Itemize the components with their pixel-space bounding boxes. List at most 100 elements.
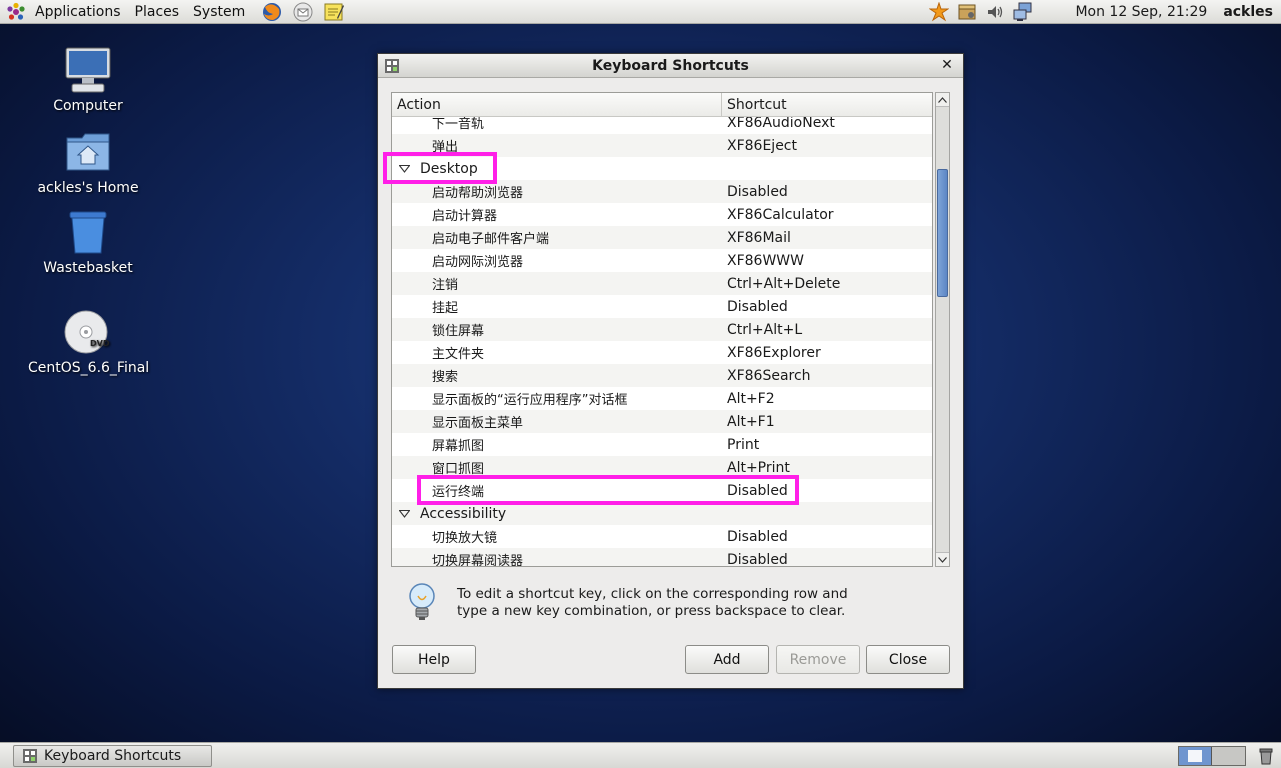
row-shortcut: Disabled [727, 528, 788, 545]
row-action: 搜索 [432, 370, 459, 385]
tree-row[interactable]: 注销 Ctrl+Alt+Delete [392, 272, 932, 295]
scroll-down-arrow-icon[interactable] [936, 552, 949, 566]
help-button[interactable]: Help [392, 645, 476, 674]
lightbulb-icon [406, 581, 438, 625]
tree-row[interactable]: 挂起 Disabled [392, 295, 932, 318]
window-title: Keyboard Shortcuts [592, 57, 749, 74]
row-action: 窗口抓图 [432, 462, 485, 477]
workspace-2[interactable] [1212, 747, 1245, 765]
row-shortcut: Print [727, 436, 760, 453]
tree-group-row[interactable]: Accessibility [392, 502, 932, 525]
tree-row[interactable]: 屏幕抓图 Print [392, 433, 932, 456]
row-shortcut: XF86Calculator [727, 206, 834, 223]
desktop-icon-dvd[interactable]: DVD CentOS_6.6_Final [28, 308, 150, 376]
gnome-foot-icon[interactable] [6, 2, 26, 22]
shortcuts-tree[interactable]: 下一音轨 XF86AudioNext 弹出 XF86Eject Desktop 启动帮助浏… [391, 92, 933, 567]
row-shortcut: Alt+F1 [727, 413, 775, 430]
row-action: 锁住屏幕 [432, 324, 485, 339]
window-titlebar[interactable]: Keyboard Shortcuts ✕ [378, 54, 963, 78]
desktop-icon-label: ackles's Home [37, 180, 139, 196]
expander-triangle-icon[interactable] [398, 163, 410, 175]
tree-row[interactable]: 启动网际浏览器 XF86WWW [392, 249, 932, 272]
row-shortcut: Alt+F2 [727, 390, 775, 407]
tree-row[interactable]: 显示面板主菜单 Alt+F1 [392, 410, 932, 433]
update-notifier-icon[interactable] [929, 2, 950, 22]
tree-row[interactable]: 锁住屏幕 Ctrl+Alt+L [392, 318, 932, 341]
package-updater-icon[interactable] [957, 2, 977, 22]
desktop-icon-label: Computer [53, 98, 123, 114]
tree-row[interactable]: 运行终端 Disabled [392, 479, 932, 502]
row-shortcut: Ctrl+Alt+Delete [727, 275, 841, 292]
tree-row[interactable]: 启动帮助浏览器 Disabled [392, 180, 932, 203]
tree-group-row[interactable]: Desktop [392, 157, 932, 180]
mail-client-icon[interactable] [292, 1, 314, 23]
tree-row[interactable]: 主文件夹 XF86Explorer [392, 341, 932, 364]
tree-row[interactable]: 窗口抓图 Alt+Print [392, 456, 932, 479]
row-action: Desktop [392, 161, 727, 177]
text-editor-icon[interactable] [323, 1, 345, 23]
tree-row[interactable]: 切换放大镜 Disabled [392, 525, 932, 548]
row-action: 显示面板的“运行应用程序”对话框 [432, 393, 628, 408]
tree-row[interactable]: 启动计算器 XF86Calculator [392, 203, 932, 226]
computer-icon [64, 46, 112, 94]
volume-icon[interactable] [985, 2, 1005, 22]
tree-row[interactable]: 弹出 XF86Eject [392, 134, 932, 157]
row-action: 启动帮助浏览器 [432, 186, 524, 201]
keyboard-icon [22, 748, 38, 764]
clock[interactable]: Mon 12 Sep, 21:29 [1075, 4, 1207, 20]
taskbar-button-label: Keyboard Shortcuts [44, 748, 182, 764]
trash-applet-icon[interactable] [1256, 746, 1276, 766]
column-header-action[interactable]: Action [392, 93, 722, 116]
network-icon[interactable] [1013, 2, 1033, 22]
top-panel: Applications Places System Mon 12 Sep, 2… [0, 0, 1281, 24]
add-button[interactable]: Add [685, 645, 769, 674]
row-action: 弹出 [432, 140, 459, 155]
workspace-1[interactable] [1179, 747, 1213, 765]
column-header-shortcut[interactable]: Shortcut [722, 93, 932, 116]
group-label: Desktop [420, 160, 478, 177]
tree-row[interactable]: 搜索 XF86Search [392, 364, 932, 387]
scroll-thumb[interactable] [937, 169, 948, 297]
row-action: 主文件夹 [432, 347, 485, 362]
desktop-icon-home[interactable]: ackles's Home [28, 128, 148, 196]
desktop-icon-label: CentOS_6.6_Final [28, 360, 150, 376]
row-action: 启动网际浏览器 [432, 255, 524, 270]
home-folder-icon [64, 128, 112, 176]
window-close-icon[interactable]: ✕ [939, 57, 955, 73]
tree-row[interactable]: 切换屏幕阅读器 Disabled [392, 548, 932, 567]
taskbar-button-keyboard-shortcuts[interactable]: Keyboard Shortcuts [13, 745, 212, 767]
row-shortcut: XF86Search [727, 367, 811, 384]
user-name[interactable]: ackles [1223, 4, 1273, 20]
row-shortcut: Disabled [727, 551, 788, 567]
row-shortcut: Alt+Print [727, 459, 790, 476]
remove-button[interactable]: Remove [776, 645, 860, 674]
system-menu[interactable]: System [186, 4, 252, 20]
desktop-icon-wastebasket[interactable]: Wastebasket [28, 208, 148, 276]
wastebasket-icon [64, 208, 112, 256]
applications-menu[interactable]: Applications [28, 4, 128, 20]
row-shortcut: XF86WWW [727, 252, 804, 269]
hint-text: To edit a shortcut key, click on the cor… [457, 586, 848, 619]
places-menu[interactable]: Places [128, 4, 187, 20]
close-button[interactable]: Close [866, 645, 950, 674]
tree-row[interactable]: 启动电子邮件客户端 XF86Mail [392, 226, 932, 249]
row-shortcut: Ctrl+Alt+L [727, 321, 803, 338]
firefox-icon[interactable] [261, 1, 283, 23]
row-action: 运行终端 [432, 485, 485, 500]
row-action: 切换放大镜 [432, 531, 498, 546]
desktop-icon-computer[interactable]: Computer [28, 46, 148, 114]
scroll-up-arrow-icon[interactable] [936, 93, 949, 107]
row-action: 启动电子邮件客户端 [432, 232, 550, 247]
row-shortcut: Disabled [727, 482, 788, 499]
tree-row[interactable]: 显示面板的“运行应用程序”对话框 Alt+F2 [392, 387, 932, 410]
row-action: 启动计算器 [432, 209, 498, 224]
expander-triangle-icon[interactable] [398, 508, 410, 520]
row-action: 屏幕抓图 [432, 439, 485, 454]
row-shortcut: Disabled [727, 298, 788, 315]
dvd-icon: DVD [64, 308, 112, 356]
workspace-switcher[interactable] [1178, 746, 1246, 766]
tree-scrollbar[interactable] [935, 92, 950, 567]
keyboard-icon[interactable] [384, 58, 400, 74]
dvd-badge: DVD [90, 339, 110, 348]
row-shortcut: XF86Mail [727, 229, 791, 246]
